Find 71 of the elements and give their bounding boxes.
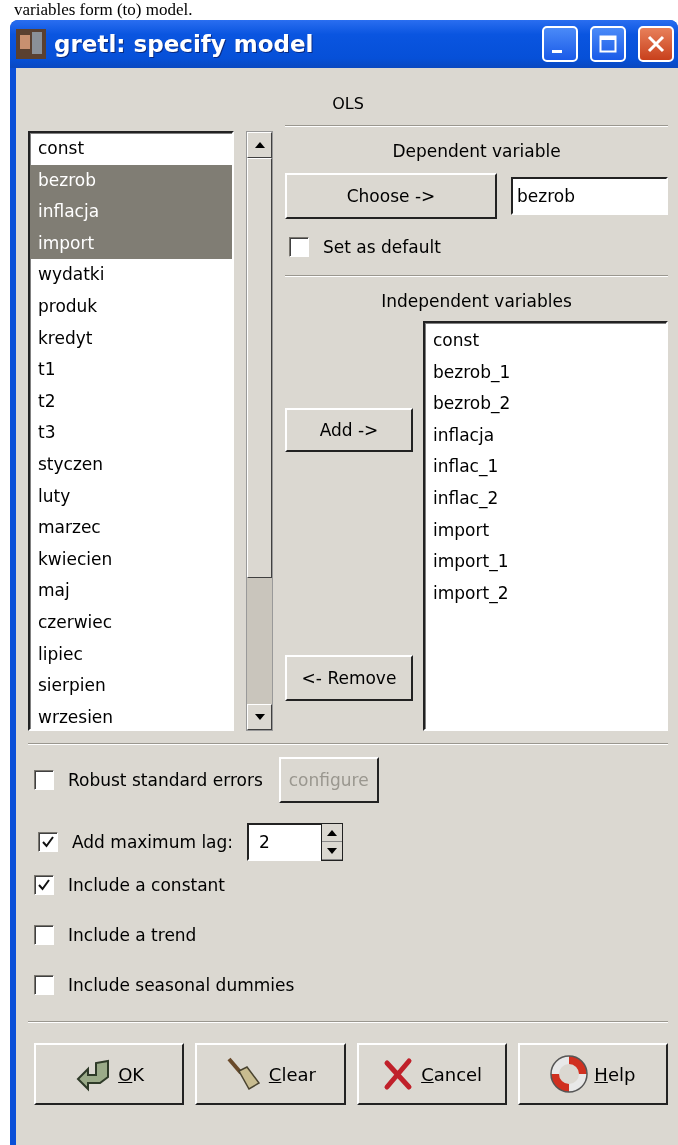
list-item[interactable]: lipiec	[30, 638, 232, 671]
scroll-down-button[interactable]	[247, 704, 272, 730]
list-item[interactable]: const	[425, 325, 666, 357]
checkbox[interactable]	[34, 925, 54, 945]
document-text: variables form (to) model.	[13, 0, 194, 20]
choose-button[interactable]: Choose ->	[285, 173, 497, 219]
up-arrow-icon	[253, 141, 266, 149]
up-arrow-icon	[326, 828, 339, 837]
down-arrow-icon	[253, 713, 266, 721]
down-arrow-icon	[326, 846, 339, 855]
checkbox-label: Include a trend	[68, 925, 197, 945]
checkbox[interactable]	[34, 875, 54, 895]
checkbox[interactable]	[289, 237, 309, 257]
window-title: gretl: specify model	[54, 31, 315, 57]
maximize-button[interactable]	[590, 26, 626, 62]
maximize-icon	[599, 35, 617, 53]
list-item[interactable]: bezrob_1	[425, 356, 666, 389]
minimize-button[interactable]	[542, 26, 578, 62]
list-item[interactable]: inflacja	[30, 196, 232, 228]
list-item[interactable]: maj	[30, 575, 232, 607]
list-item[interactable]: t2	[30, 385, 232, 418]
checkbox-label: Robust standard errors	[68, 770, 263, 790]
list-item[interactable]: kredyt	[30, 322, 232, 355]
list-item[interactable]: const	[30, 133, 232, 165]
list-item[interactable]: t1	[30, 354, 232, 386]
lifebuoy-icon	[550, 1055, 589, 1093]
checkbox[interactable]	[38, 832, 58, 852]
list-item[interactable]: wrzesien	[30, 701, 232, 729]
list-item[interactable]: marzec	[30, 512, 232, 544]
section-heading: Independent variables	[380, 291, 573, 311]
ok-button[interactable]: OK	[34, 1043, 185, 1105]
checkbox-label: Include seasonal dummies	[68, 975, 295, 995]
list-item[interactable]: inflac_2	[425, 482, 666, 515]
help-button[interactable]: Help	[517, 1043, 668, 1105]
list-item[interactable]: import	[425, 514, 666, 547]
estimator-label: OLS	[331, 93, 365, 115]
dependent-variable-field[interactable]: bezrob	[511, 177, 668, 215]
list-item[interactable]: kwiecien	[30, 543, 232, 576]
close-icon	[647, 35, 665, 53]
checkbox[interactable]	[34, 770, 54, 790]
add-button[interactable]: Add ->	[285, 408, 413, 452]
checkbox[interactable]	[34, 975, 54, 995]
checkbox-label: Set as default	[323, 237, 441, 257]
cancel-button[interactable]: Cancel	[356, 1043, 507, 1105]
lag-field[interactable]: 2	[247, 823, 322, 861]
app-icon	[16, 29, 46, 59]
list-item[interactable]: luty	[30, 480, 232, 513]
list-item[interactable]: sierpien	[30, 670, 232, 702]
minimize-icon	[552, 49, 562, 53]
scrollbar[interactable]	[246, 131, 273, 731]
scroll-up-button[interactable]	[247, 132, 272, 158]
list-item[interactable]: czerwiec	[30, 606, 232, 639]
list-item[interactable]: import_1	[425, 546, 666, 578]
spin-buttons[interactable]	[321, 823, 344, 861]
scroll-thumb[interactable]	[247, 158, 272, 578]
close-button[interactable]	[638, 26, 674, 62]
section-heading: Dependent variable	[391, 141, 562, 161]
list-item[interactable]: import	[30, 227, 232, 260]
list-item[interactable]: import_2	[425, 577, 666, 610]
list-item[interactable]: wydatki	[30, 259, 232, 291]
list-item[interactable]: inflacja	[425, 419, 666, 452]
remove-button[interactable]: <- Remove	[285, 655, 413, 701]
checkbox-label: Add maximum lag:	[72, 832, 234, 852]
list-item[interactable]: bezrob	[30, 164, 232, 197]
clear-button[interactable]: Clear	[195, 1043, 346, 1105]
list-item[interactable]: inflac_1	[425, 451, 666, 483]
list-item[interactable]: styczen	[30, 448, 232, 481]
list-item[interactable]: bezrob_2	[425, 388, 666, 420]
list-item[interactable]: t3	[30, 417, 232, 449]
checkbox-label: Include a constant	[68, 875, 225, 895]
list-item[interactable]: produk	[30, 290, 232, 323]
